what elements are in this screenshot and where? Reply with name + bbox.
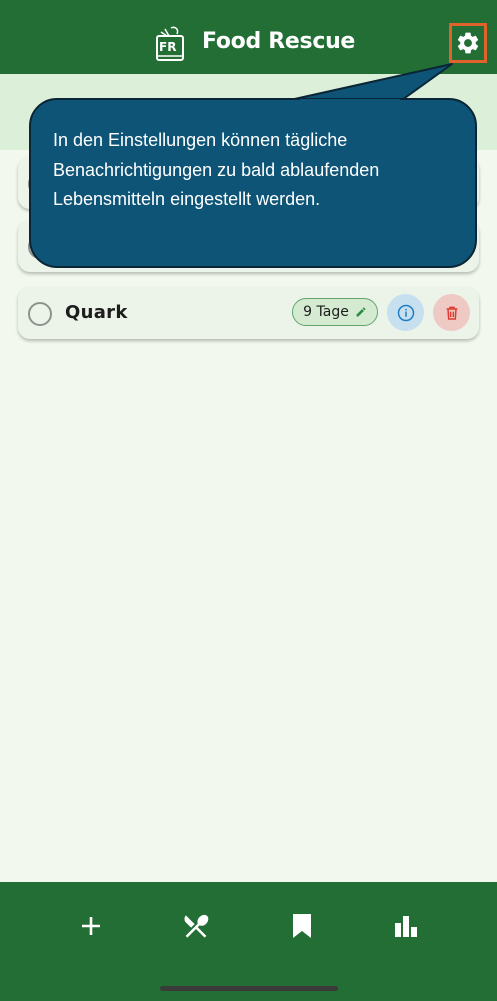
info-icon [397, 304, 414, 321]
nav-bookmarks-button[interactable] [280, 904, 324, 948]
tooltip-pointer-join [300, 99, 400, 104]
settings-tooltip: In den Einstellungen können tägliche Ben… [29, 98, 477, 268]
nav-recipes-button[interactable] [174, 904, 218, 948]
pencil-icon [356, 307, 366, 317]
fork-knife-icon [184, 914, 209, 938]
bar-chart-icon [395, 916, 417, 937]
item-checkbox[interactable] [28, 302, 52, 326]
days-remaining-chip[interactable]: 9 Tage [292, 298, 378, 326]
nav-statistics-button[interactable] [384, 904, 428, 948]
bottom-navigation [0, 882, 497, 1001]
gear-icon [457, 32, 479, 54]
settings-button[interactable] [449, 23, 487, 63]
logo-text: FR [159, 40, 177, 54]
tooltip-text: In den Einstellungen können tägliche Ben… [53, 130, 380, 209]
bookmark-icon [293, 914, 311, 938]
delete-button[interactable] [433, 294, 470, 331]
item-name: Quark [65, 302, 128, 323]
list-item[interactable]: Quark 9 Tage [18, 287, 479, 339]
app-title: Food Rescue [202, 29, 356, 54]
plus-icon [82, 917, 100, 935]
days-label: 9 Tage [303, 304, 349, 320]
nav-add-button[interactable] [69, 904, 113, 948]
app-logo: FR [155, 26, 185, 62]
home-indicator [160, 986, 338, 991]
info-button[interactable] [387, 294, 424, 331]
trash-icon [446, 306, 457, 320]
